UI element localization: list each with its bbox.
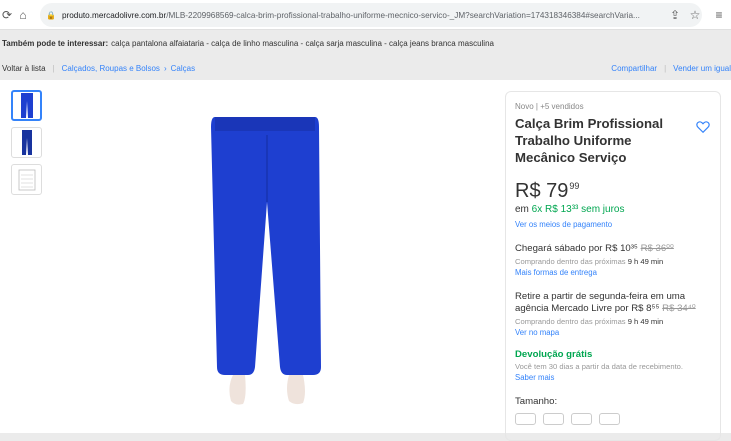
size-label: Tamanho:	[515, 396, 558, 407]
size-option[interactable]	[515, 413, 536, 425]
share-page-icon[interactable]: ⇪	[668, 8, 682, 22]
size-option[interactable]	[543, 413, 564, 425]
share-link[interactable]: Compartilhar	[611, 64, 657, 73]
free-return-title: Devolução grátis	[515, 349, 593, 360]
size-option[interactable]	[599, 413, 620, 425]
free-return-info: Você tem 30 dias a partir da data de rec…	[515, 362, 684, 371]
pants-thumbnail-icon	[20, 93, 33, 118]
reload-icon[interactable]: ⟳	[0, 8, 14, 22]
size-options	[515, 413, 711, 425]
shipping-info: Chegará sábado por R$ 10³⁵ R$ 36⁰⁰	[515, 243, 711, 255]
breadcrumb-separator: |	[52, 63, 55, 73]
shipping-deadline-time: 9 h 49 min	[627, 257, 664, 266]
interest-links[interactable]: calça pantalona alfaiataria - calça de l…	[111, 39, 494, 48]
pickup-old-price: R$ 34⁴⁰	[662, 303, 696, 314]
pants-thumbnail-icon	[21, 130, 32, 155]
installments: em 6x R$ 13³³ sem juros	[515, 204, 711, 215]
learn-more-link[interactable]: Saber mais	[515, 373, 711, 382]
map-link[interactable]: Ver no mapa	[515, 328, 711, 337]
lock-icon: 🔒	[46, 10, 56, 20]
installment-prefix: em	[515, 204, 532, 215]
size-option[interactable]	[571, 413, 592, 425]
condition-sales: Novo | +5 vendidos	[515, 102, 584, 111]
size-chart-icon	[18, 169, 35, 190]
menu-icon[interactable]: ≡	[712, 8, 726, 22]
product-card: Novo | +5 vendidos Calça Brim Profission…	[0, 80, 731, 441]
price: R$ 79 99	[515, 180, 711, 203]
chevron-right-icon: ›	[163, 63, 167, 73]
pickup-deadline-prefix: Comprando dentro das próximas	[515, 317, 628, 326]
pickup-deadline-time: 9 h 49 min	[627, 317, 664, 326]
shipping-deadline-prefix: Comprando dentro das próximas	[515, 257, 628, 266]
thumbnail-front[interactable]	[11, 90, 42, 121]
pickup-deadline: Comprando dentro das próximas 9 h 49 min	[515, 317, 711, 326]
interest-strip: Também pode te interessar: calça pantalo…	[0, 30, 731, 57]
breadcrumb-separator: |	[664, 63, 667, 73]
thumbnail-back[interactable]	[11, 127, 42, 158]
pickup-text: Retire a partir de segunda-feira em uma …	[515, 291, 686, 314]
shipping-deadline: Comprando dentro das próximas 9 h 49 min	[515, 257, 711, 266]
breadcrumb-subcategory[interactable]: Calças	[171, 64, 195, 73]
product-main-image[interactable]	[205, 117, 345, 407]
shipping-text: Chegará sábado por R$ 10³⁵	[515, 243, 641, 254]
thumbnail-list	[11, 90, 42, 201]
back-to-list-link[interactable]: Voltar à lista	[2, 64, 46, 73]
breadcrumb-category[interactable]: Calçados, Roupas e Bolsos	[62, 64, 160, 73]
browser-toolbar: ⟳ ⌂ 🔒 produto.mercadolivre.com.br/MLB-22…	[0, 0, 731, 30]
star-icon[interactable]: ☆	[688, 8, 702, 22]
breadcrumb-actions: Compartilhar | Vender um igual	[611, 64, 731, 73]
price-integer: R$ 79	[515, 180, 569, 202]
payment-methods-link[interactable]: Ver os meios de pagamento	[515, 220, 711, 229]
address-bar[interactable]: 🔒 produto.mercadolivre.com.br/MLB-220996…	[40, 3, 702, 27]
sell-same-link[interactable]: Vender um igual	[673, 64, 731, 73]
shipping-old-price: R$ 36⁰⁰	[640, 243, 674, 254]
more-delivery-link[interactable]: Mais formas de entrega	[515, 268, 711, 277]
installment-value: 6x R$ 13³³ sem juros	[531, 204, 625, 215]
home-icon[interactable]: ⌂	[16, 8, 30, 22]
url-text: produto.mercadolivre.com.br/MLB-22099685…	[61, 10, 640, 20]
interest-label: Também pode te interessar:	[2, 39, 109, 48]
pickup-info: Retire a partir de segunda-feira em uma …	[515, 291, 711, 315]
buy-box: Novo | +5 vendidos Calça Brim Profission…	[505, 91, 721, 441]
thumbnail-size-chart[interactable]	[11, 164, 42, 195]
price-cents: 99	[569, 181, 580, 191]
breadcrumb: Voltar à lista | Calçados, Roupas e Bols…	[0, 57, 731, 79]
heart-icon[interactable]	[696, 120, 710, 134]
product-title: Calça Brim Profissional Trabalho Uniform…	[515, 116, 664, 165]
